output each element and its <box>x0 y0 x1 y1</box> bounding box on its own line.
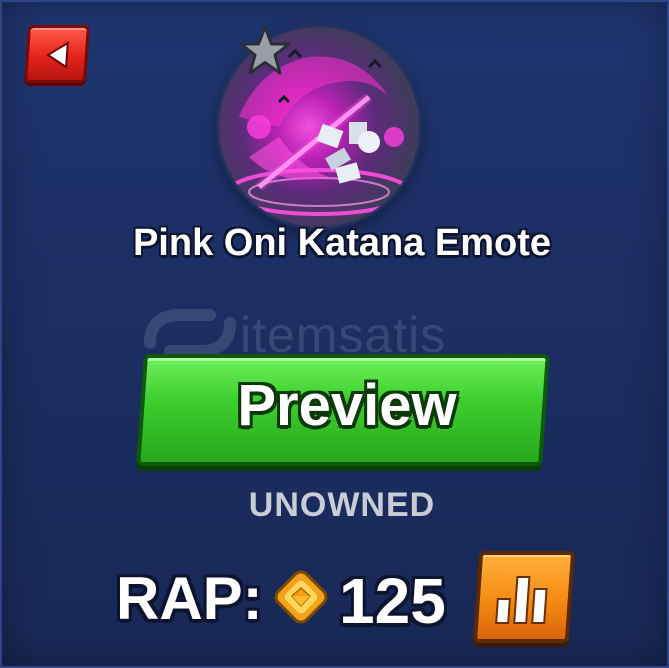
rarity-star-icon <box>239 25 291 75</box>
back-button[interactable] <box>23 25 91 83</box>
diamond-coin-icon <box>274 570 328 624</box>
back-arrow-icon <box>46 41 69 69</box>
rap-chart-button[interactable] <box>472 551 576 643</box>
preview-button[interactable] <box>136 354 550 466</box>
item-name: Pink Oni Katana Emote <box>132 222 552 264</box>
ownership-status: UNOWNED <box>248 486 436 524</box>
rap-label: RAP: <box>116 565 263 632</box>
rap-value: 125 <box>339 565 446 637</box>
bar-chart-icon <box>495 576 548 624</box>
